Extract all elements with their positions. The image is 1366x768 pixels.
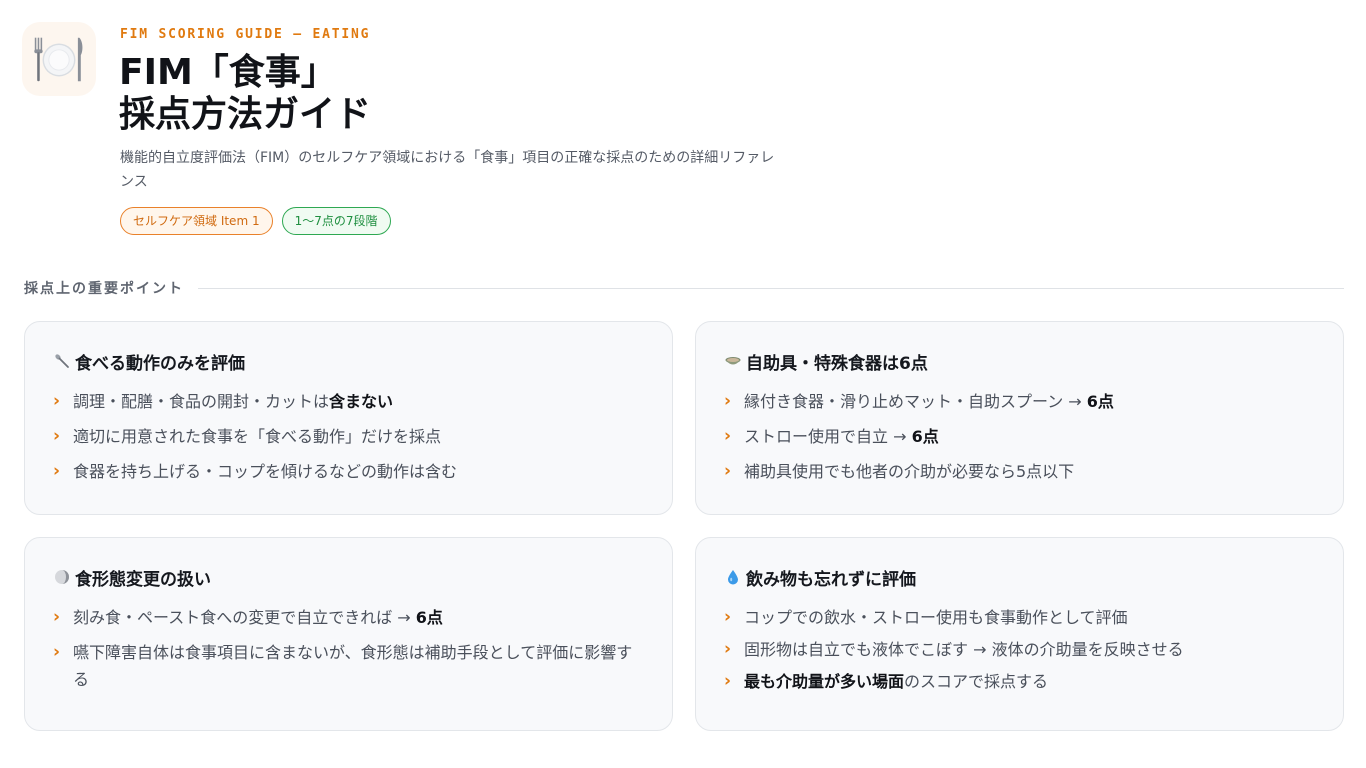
page-header: FIM SCORING GUIDE — EATING FIM「食事」 採点方法ガ…: [0, 0, 1366, 250]
card-list: コップでの飲水・ストロー使用も食事動作として評価 固形物は自立でも液体でこぼす …: [724, 604, 1315, 695]
list-item: 調理・配膳・食品の開封・カットは含まない: [53, 388, 644, 415]
card-list: 刻み食・ペースト食への変更で自立できれば → 6点 嚥下障害自体は食事項目に含ま…: [53, 604, 644, 693]
card-title: 食べる動作のみを評価: [53, 346, 644, 376]
card-list: 縁付き食器・滑り止めマット・自助スプーン → 6点 ストロー使用で自立 → 6点…: [724, 388, 1315, 485]
list-item: 食器を持ち上げる・コップを傾けるなどの動作は含む: [53, 458, 644, 485]
badge-selfcare-item: セルフケア領域 Item 1: [120, 207, 273, 235]
eyebrow-label: FIM SCORING GUIDE — EATING: [120, 27, 371, 42]
list-item: 刻み食・ペースト食への変更で自立できれば → 6点: [53, 604, 644, 631]
card-title: 自助具・特殊食器は6点: [724, 346, 1315, 376]
badge-scale: 1〜7点の7段階: [281, 207, 391, 235]
page-title-line-2: 採点方法ガイド: [119, 94, 372, 135]
section-divider: [198, 287, 1344, 289]
plate-fork-knife-icon: [22, 22, 96, 96]
card-list: 調理・配膳・食品の開封・カットは含まない 適切に用意された食事を「食べる動作」だ…: [53, 388, 644, 485]
section-heading: 採点上の重要ポイント: [24, 278, 1344, 298]
list-item: 固形物は自立でも液体でこぼす → 液体の介助量を反映させる: [724, 636, 1315, 663]
card-title-text: 自助具・特殊食器は6点: [746, 353, 928, 374]
card-eating-motion: 食べる動作のみを評価 調理・配膳・食品の開封・カットは含まない 適切に用意された…: [24, 321, 673, 515]
list-item: 嚥下障害自体は食事項目に含まないが、食形態は補助手段として評価に影響する: [53, 639, 644, 693]
section-label: 採点上の重要ポイント: [24, 281, 184, 297]
card-title: 飲み物も忘れずに評価: [724, 562, 1315, 592]
list-item: 適切に用意された食事を「食べる動作」だけを採点: [53, 423, 644, 450]
bowl-icon: [725, 357, 741, 365]
list-item: ストロー使用で自立 → 6点: [724, 423, 1315, 450]
card-food-texture: 食形態変更の扱い 刻み食・ペースト食への変更で自立できれば → 6点 嚥下障害自…: [24, 537, 673, 731]
page-title-line-1: FIM「食事」: [119, 52, 337, 93]
page-subtitle: 機能的自立度評価法（FIM）のセルフケア領域における「食事」項目の正確な採点のた…: [120, 150, 775, 190]
list-item: 縁付き食器・滑り止めマット・自助スプーン → 6点: [724, 388, 1315, 415]
card-title: 食形態変更の扱い: [53, 562, 644, 592]
list-item: 最も介助量が多い場面のスコアで採点する: [724, 668, 1315, 695]
card-assistive-devices: 自助具・特殊食器は6点 縁付き食器・滑り止めマット・自助スプーン → 6点 スト…: [695, 321, 1344, 515]
card-title-text: 食形態変更の扱い: [75, 569, 211, 590]
spoon-icon: [55, 354, 69, 368]
page-title: FIM「食事」 採点方法ガイド: [119, 52, 371, 136]
list-item: コップでの飲水・ストロー使用も食事動作として評価: [724, 604, 1315, 631]
card-drinks: 飲み物も忘れずに評価 コップでの飲水・ストロー使用も食事動作として評価 固形物は…: [695, 537, 1344, 731]
moon-icon: [55, 570, 69, 584]
card-title-text: 食べる動作のみを評価: [75, 353, 245, 374]
card-title-text: 飲み物も忘れずに評価: [746, 569, 916, 590]
badge-group: セルフケア領域 Item 1 1〜7点の7段階: [120, 207, 391, 235]
list-item: 補助具使用でも他者の介助が必要なら5点以下: [724, 458, 1315, 485]
droplet-icon: [728, 570, 738, 585]
